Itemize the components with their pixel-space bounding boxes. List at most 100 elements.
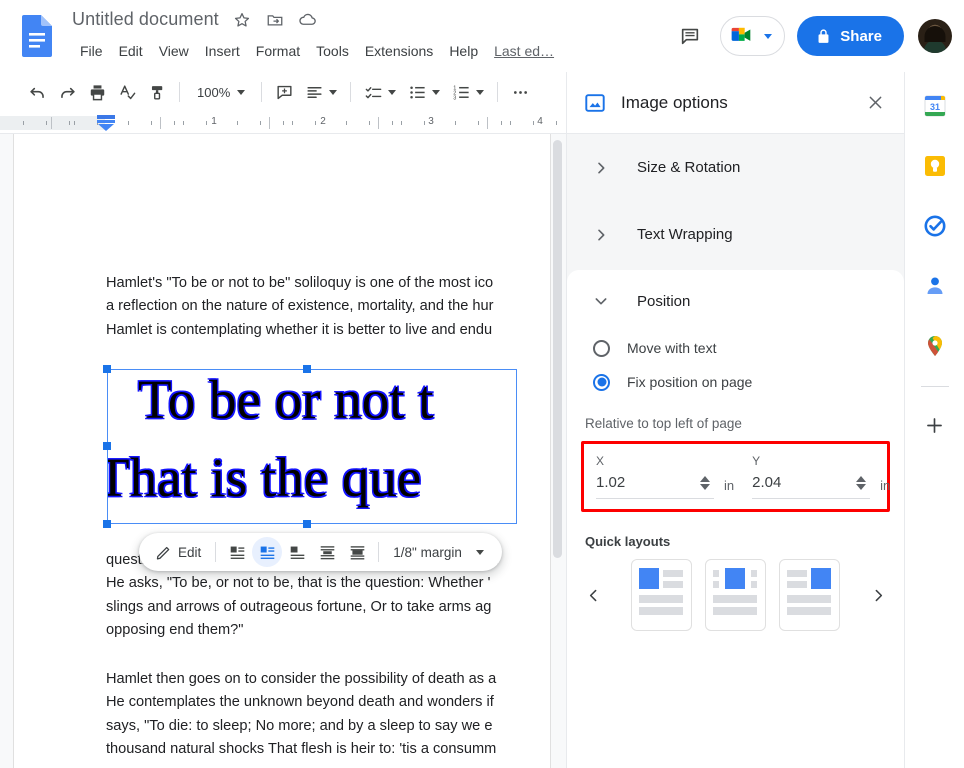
resize-handle-bottom-left[interactable] bbox=[103, 520, 111, 528]
menu-item-view[interactable]: View bbox=[151, 41, 197, 61]
wrap-break-text-icon[interactable] bbox=[282, 537, 312, 567]
resize-handle-bottom-center[interactable] bbox=[303, 520, 311, 528]
share-button[interactable]: Share bbox=[797, 16, 904, 56]
toolbar-divider bbox=[261, 82, 263, 102]
relative-to-label: Relative to top left of page bbox=[585, 416, 742, 431]
move-to-folder-icon[interactable] bbox=[265, 10, 285, 30]
chevron-left-icon[interactable] bbox=[579, 575, 607, 615]
paint-format-button[interactable] bbox=[142, 77, 172, 107]
image-content: To be or not t That is the que bbox=[108, 370, 516, 523]
bulleted-list-button[interactable] bbox=[402, 77, 446, 107]
image-edit-button[interactable]: Edit bbox=[147, 537, 209, 567]
zoom-selector[interactable]: 100% bbox=[187, 78, 254, 106]
menu-item-insert[interactable]: Insert bbox=[197, 41, 248, 61]
checklist-button[interactable] bbox=[358, 77, 402, 107]
image-options-icon bbox=[583, 91, 607, 115]
ruler-number-4: 4 bbox=[537, 116, 543, 127]
y-stepper[interactable] bbox=[856, 475, 867, 490]
x-input[interactable]: 1.02 bbox=[596, 474, 714, 499]
wrap-behind-text-icon[interactable] bbox=[312, 537, 342, 567]
google-keep-icon[interactable] bbox=[915, 146, 955, 186]
fix-position-on-page-label: Fix position on page bbox=[627, 374, 753, 390]
menu-item-tools[interactable]: Tools bbox=[308, 41, 357, 61]
quick-layout-card-2[interactable] bbox=[705, 559, 766, 631]
image-text-line-1: To be or not t bbox=[138, 370, 434, 430]
panel-header: Image options bbox=[567, 72, 904, 134]
cloud-saved-icon[interactable] bbox=[298, 10, 318, 30]
y-input[interactable]: 2.04 bbox=[752, 474, 871, 499]
star-icon[interactable] bbox=[232, 10, 252, 30]
selected-image[interactable]: To be or not t That is the que bbox=[107, 369, 517, 524]
position-section-header[interactable]: Position bbox=[567, 270, 904, 332]
menu-item-help[interactable]: Help bbox=[441, 41, 486, 61]
move-with-text-radio[interactable]: Move with text bbox=[567, 332, 904, 364]
ruler-left-margin bbox=[0, 116, 105, 130]
horizontal-ruler[interactable]: 1 2 3 4 bbox=[0, 112, 566, 134]
google-calendar-icon[interactable]: 31 bbox=[915, 86, 955, 126]
wrap-inline-icon[interactable] bbox=[222, 537, 252, 567]
last-edit-link[interactable]: Last ed… bbox=[494, 43, 554, 59]
checklist-icon bbox=[358, 77, 388, 107]
numbered-list-button[interactable]: 1 2 3 bbox=[446, 77, 490, 107]
align-button[interactable] bbox=[299, 77, 343, 107]
x-unit: in bbox=[724, 478, 735, 493]
wrap-in-front-of-text-icon[interactable] bbox=[342, 537, 372, 567]
fix-position-on-page-radio[interactable]: Fix position on page bbox=[567, 366, 904, 398]
document-page[interactable]: Hamlet's "To be or not to be" soliloquy … bbox=[14, 134, 550, 768]
user-avatar[interactable] bbox=[918, 19, 952, 53]
google-maps-icon[interactable] bbox=[915, 326, 955, 366]
quick-layout-card-1[interactable] bbox=[631, 559, 692, 631]
ruler-track: 1 2 3 4 bbox=[0, 112, 566, 133]
size-and-rotation-section[interactable]: Size & Rotation bbox=[567, 134, 904, 201]
meet-chevron-down-icon[interactable] bbox=[764, 33, 773, 39]
quick-layouts-title: Quick layouts bbox=[585, 534, 671, 549]
redo-button[interactable] bbox=[52, 77, 82, 107]
quick-layouts-cards bbox=[607, 559, 864, 631]
numbered-list-icon: 1 2 3 bbox=[446, 77, 476, 107]
menu-item-edit[interactable]: Edit bbox=[111, 41, 151, 61]
zoom-value: 100% bbox=[197, 84, 231, 100]
image-margin-selector[interactable]: 1/8" margin bbox=[385, 537, 494, 567]
stepper-down-icon[interactable] bbox=[700, 483, 710, 490]
document-canvas[interactable]: Hamlet's "To be or not to be" soliloquy … bbox=[0, 134, 566, 768]
chevron-right-icon[interactable] bbox=[864, 575, 892, 615]
paragraph-1[interactable]: Hamlet's "To be or not to be" soliloquy … bbox=[106, 272, 566, 342]
stepper-up-icon[interactable] bbox=[700, 475, 710, 482]
x-stepper[interactable] bbox=[700, 475, 710, 490]
text-wrapping-label: Text Wrapping bbox=[637, 226, 733, 243]
quick-layout-card-3[interactable] bbox=[779, 559, 840, 631]
menu-item-format[interactable]: Format bbox=[248, 41, 308, 61]
plus-icon[interactable] bbox=[915, 405, 955, 445]
resize-handle-top-left[interactable] bbox=[103, 365, 111, 373]
menu-item-file[interactable]: File bbox=[72, 41, 111, 61]
chevron-down-icon bbox=[475, 549, 484, 555]
document-title[interactable]: Untitled document bbox=[72, 9, 219, 30]
print-button[interactable] bbox=[82, 77, 112, 107]
document-vertical-scrollbar[interactable] bbox=[553, 140, 562, 558]
left-indent-marker[interactable] bbox=[96, 115, 116, 132]
y-value: 2.04 bbox=[752, 474, 782, 491]
google-tasks-icon[interactable] bbox=[915, 206, 955, 246]
text-wrapping-section[interactable]: Text Wrapping bbox=[567, 201, 904, 268]
google-docs-logo[interactable] bbox=[18, 13, 56, 59]
paragraph-3[interactable]: Hamlet then goes on to consider the poss… bbox=[106, 668, 566, 762]
undo-button[interactable] bbox=[22, 77, 52, 107]
resize-handle-middle-left[interactable] bbox=[103, 442, 111, 450]
stepper-down-icon[interactable] bbox=[856, 483, 867, 490]
close-icon[interactable] bbox=[858, 86, 892, 120]
chevron-right-icon bbox=[589, 223, 613, 247]
chevron-down-icon bbox=[476, 89, 485, 95]
header-actions: Share bbox=[670, 0, 964, 72]
google-contacts-icon[interactable] bbox=[915, 266, 955, 306]
stepper-up-icon[interactable] bbox=[856, 475, 867, 482]
image-edit-label: Edit bbox=[178, 544, 202, 560]
pencil-icon bbox=[156, 546, 170, 560]
add-comment-button[interactable] bbox=[269, 77, 299, 107]
resize-handle-top-center[interactable] bbox=[303, 365, 311, 373]
menu-item-extensions[interactable]: Extensions bbox=[357, 41, 441, 61]
comment-history-icon[interactable] bbox=[670, 16, 710, 56]
wrap-text-icon[interactable] bbox=[252, 537, 283, 567]
google-meet-button[interactable] bbox=[720, 16, 786, 56]
spelling-check-button[interactable] bbox=[112, 77, 142, 107]
more-options-button[interactable] bbox=[505, 77, 535, 107]
